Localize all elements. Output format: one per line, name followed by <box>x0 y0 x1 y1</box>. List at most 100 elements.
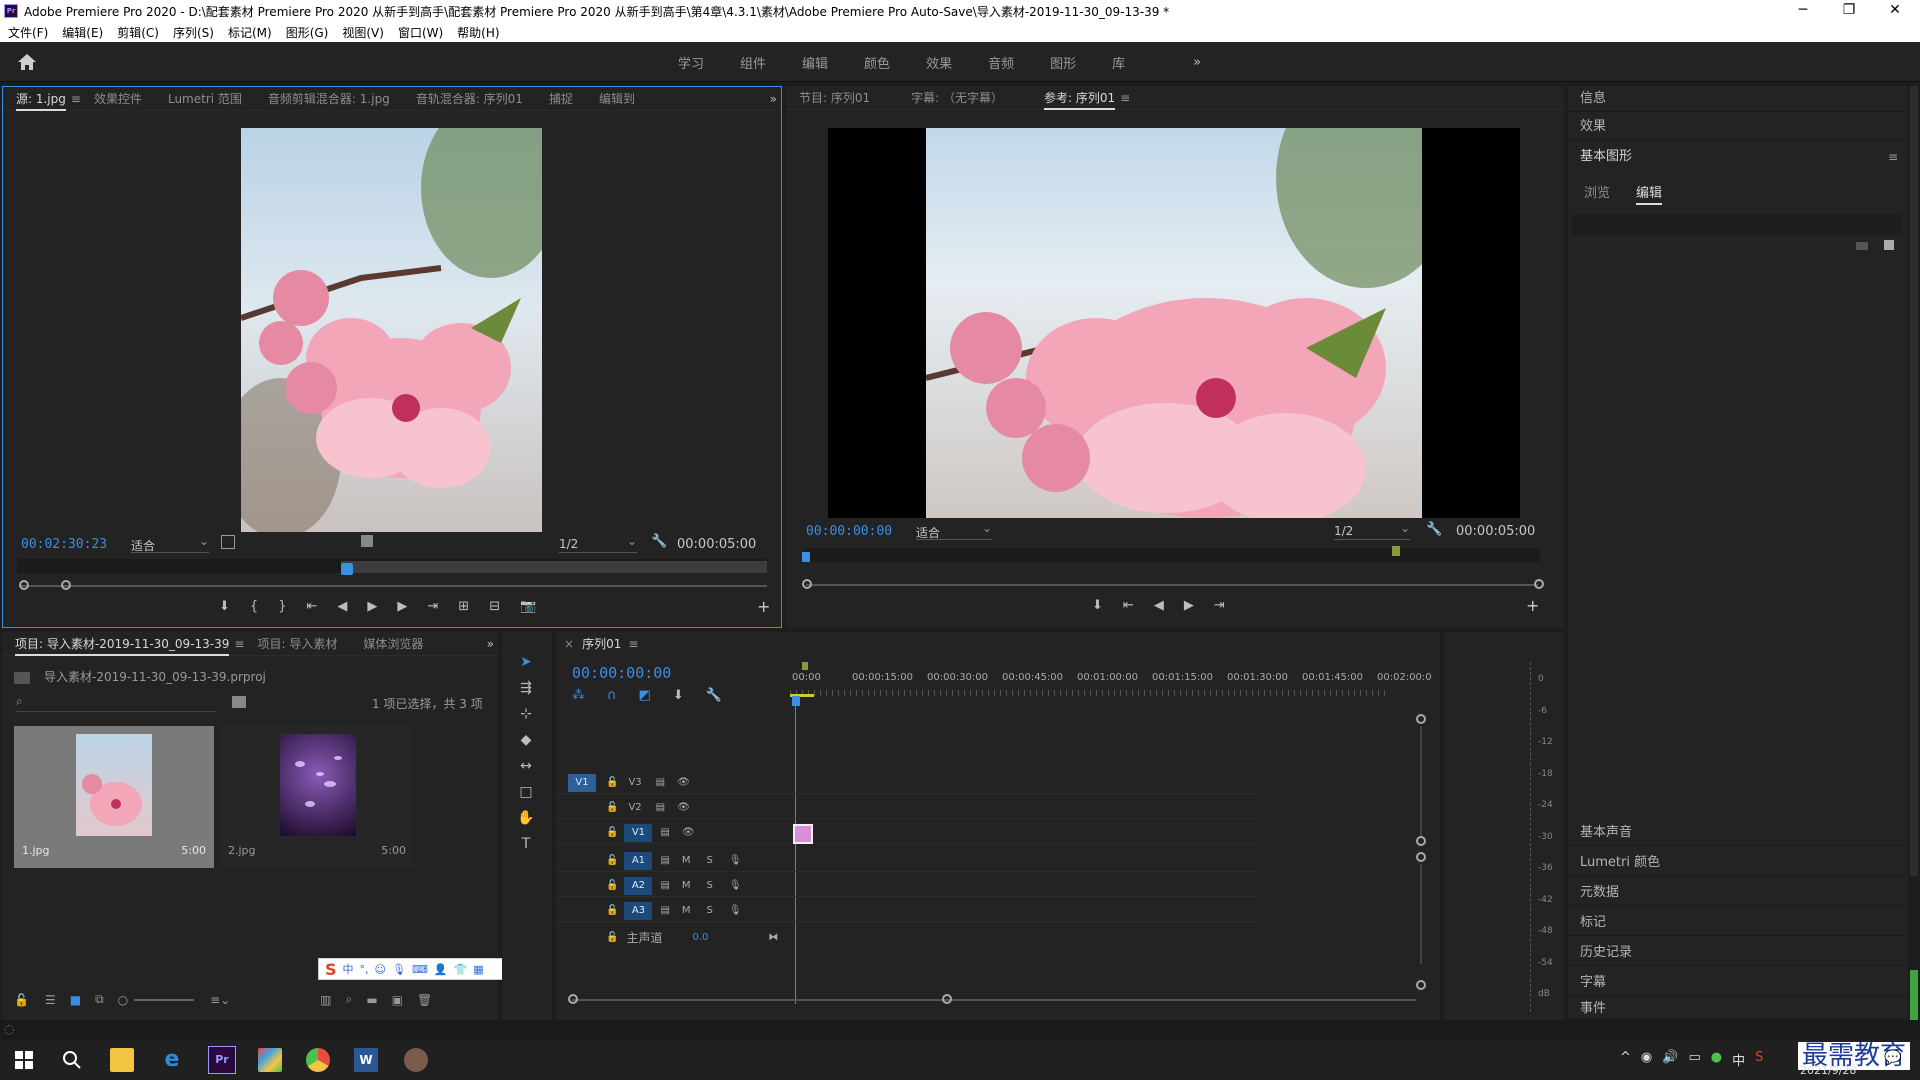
voiceover-mic-icon[interactable]: 🎙 <box>729 855 742 866</box>
workspace-editing[interactable]: 编辑 <box>802 53 828 72</box>
source-tabs-more-button[interactable]: » <box>770 92 777 106</box>
ime-skin-icon[interactable]: 👕 <box>454 963 468 976</box>
program-add-marker-icon[interactable]: ⬇ <box>1092 598 1103 613</box>
tab-source[interactable]: 源: 1.jpg <box>16 87 66 111</box>
program-resolution-dropdown[interactable]: 1/2 <box>1334 521 1410 540</box>
program-panel-menu-icon[interactable]: ≡ <box>1120 91 1130 105</box>
timeline-time-ruler[interactable]: 00:00 00:00:15:00 00:00:30:00 00:00:45:0… <box>790 662 1446 698</box>
timeline-zoom-scrollbar[interactable] <box>572 999 1416 1001</box>
timeline-vscroll-handle-mid[interactable] <box>1416 836 1426 846</box>
program-fit-dropdown[interactable]: 适合 <box>916 521 992 540</box>
ime-voice-icon[interactable]: 🎙 <box>392 963 406 976</box>
program-go-to-out-icon[interactable]: ⇥ <box>1214 598 1225 613</box>
menu-edit[interactable]: 编辑(E) <box>62 24 103 41</box>
timeline-zoom-handle-left[interactable] <box>568 994 578 1004</box>
new-item-icon[interactable] <box>1884 240 1894 250</box>
solo-button[interactable]: S <box>707 855 713 866</box>
essential-sound-tab[interactable]: 基本声音 <box>1568 820 1908 846</box>
mark-out-icon[interactable]: } <box>278 599 286 614</box>
export-frame-camera-icon[interactable]: 📷 <box>520 599 536 614</box>
sync-lock-icon[interactable]: ▤ <box>660 905 669 916</box>
source-zoom-scrollbar[interactable] <box>21 585 767 587</box>
workspace-learning[interactable]: 学习 <box>678 53 704 72</box>
ime-keyboard-icon[interactable]: ⌨ <box>412 963 428 976</box>
source-playhead[interactable] <box>341 563 353 575</box>
timeline-playhead-head[interactable] <box>792 696 800 706</box>
minimize-button[interactable]: ─ <box>1780 0 1826 22</box>
tab-effect-controls[interactable]: 效果控件 <box>94 87 142 111</box>
source-add-button-icon[interactable]: + <box>757 597 770 616</box>
track-a2-label[interactable]: A2 <box>624 876 653 895</box>
lumetri-color-tab[interactable]: Lumetri 颜色 <box>1568 850 1908 876</box>
new-layer-icon[interactable] <box>1856 242 1868 250</box>
network-icon[interactable]: ▭ <box>1688 1050 1700 1069</box>
track-v3-label[interactable]: V3 <box>628 777 641 788</box>
menu-markers[interactable]: 标记(M) <box>228 24 272 41</box>
track-eye-icon[interactable]: 👁 <box>682 827 695 838</box>
notification-icon[interactable]: 💬 <box>1884 1050 1901 1066</box>
timeline-playhead-timecode[interactable]: 00:00:00:00 <box>572 664 671 682</box>
track-lock-icon[interactable]: 🔓 <box>606 855 618 866</box>
tab-lumetri-scopes[interactable]: Lumetri 范围 <box>168 87 242 111</box>
thumbnail-zoom-slider[interactable] <box>134 998 195 1001</box>
go-to-in-icon[interactable]: ⇤ <box>306 599 317 614</box>
chrome-icon[interactable] <box>306 1048 330 1072</box>
workspace-graphics[interactable]: 图形 <box>1050 53 1076 72</box>
program-zoom-scrollbar[interactable] <box>806 584 1538 586</box>
ime-user-icon[interactable]: 👤 <box>434 963 448 976</box>
windows-start-icon[interactable] <box>12 1048 36 1072</box>
project-item-2[interactable]: 2.jpg 5:00 <box>220 726 414 868</box>
premiere-taskbar-icon[interactable]: Pr <box>208 1046 236 1074</box>
menu-window[interactable]: 窗口(W) <box>398 24 443 41</box>
voiceover-mic-icon[interactable]: 🎙 <box>729 905 742 916</box>
freeform-view-icon[interactable]: ⧉ <box>95 992 104 1007</box>
sogou-tray-icon[interactable]: S <box>1755 1050 1763 1069</box>
project-panel-menu-icon[interactable]: ≡ <box>234 637 244 651</box>
razor-tool-icon[interactable]: ◆ <box>516 730 536 750</box>
automate-to-sequence-icon[interactable]: ▥ <box>320 993 331 1007</box>
timeline-vscroll-handle-bottom[interactable] <box>1416 980 1426 990</box>
workspaces-more-button[interactable]: » <box>1193 55 1201 70</box>
menu-file[interactable]: 文件(F) <box>8 24 48 41</box>
insert-icon[interactable] <box>361 535 373 547</box>
volume-icon[interactable]: 🔊 <box>1662 1050 1678 1069</box>
source-settings-wrench-icon[interactable]: 🔧 <box>651 534 667 549</box>
program-step-back-icon[interactable]: ◀ <box>1154 598 1164 613</box>
restore-button[interactable]: ❐ <box>1826 0 1872 22</box>
workspace-audio[interactable]: 音频 <box>988 53 1014 72</box>
info-panel-tab[interactable]: 信息 <box>1568 86 1908 112</box>
timeline-settings-wrench-icon[interactable]: 🔧 <box>706 688 722 703</box>
markers-tab[interactable]: 标记 <box>1568 910 1908 936</box>
go-to-out-icon[interactable]: ⇥ <box>427 599 438 614</box>
right-panel-scrollbar[interactable] <box>1910 86 1918 876</box>
track-eye-icon[interactable]: 👁 <box>677 802 690 813</box>
menu-help[interactable]: 帮助(H) <box>457 24 499 41</box>
track-eye-icon[interactable]: 👁 <box>677 777 690 788</box>
voiceover-mic-icon[interactable]: 🎙 <box>729 880 742 891</box>
program-playhead[interactable] <box>802 552 810 562</box>
workspace-libraries[interactable]: 库 <box>1112 53 1125 72</box>
tray-green-icon[interactable]: ● <box>1711 1050 1722 1069</box>
sync-lock-icon[interactable]: ▤ <box>660 827 669 838</box>
ie-browser-icon[interactable]: e <box>160 1048 184 1072</box>
tab-edit-to[interactable]: 编辑到 <box>599 87 635 111</box>
program-add-button-icon[interactable]: + <box>1526 596 1539 615</box>
zoom-slider-handle[interactable]: ○ <box>118 993 128 1007</box>
timeline-menu-icon[interactable]: ≡ <box>628 637 638 651</box>
program-time-ruler[interactable] <box>804 548 1540 562</box>
tray-chevron-icon[interactable]: ^ <box>1620 1050 1631 1069</box>
file-explorer-icon[interactable] <box>110 1048 134 1072</box>
track-lock-icon[interactable]: 🔓 <box>606 880 618 891</box>
source-patch-v1[interactable]: V1 <box>568 773 596 792</box>
rectangle-tool-icon[interactable]: □ <box>516 782 536 802</box>
sync-lock-icon[interactable]: ▤ <box>656 802 665 813</box>
track-a3-label[interactable]: A3 <box>624 901 653 920</box>
timeline-vscroll-handle-top[interactable] <box>1416 714 1426 724</box>
track-select-tool-icon[interactable]: ⇶ <box>516 678 536 698</box>
essential-graphics-menu-icon[interactable]: ≡ <box>1888 150 1898 164</box>
tab-reference[interactable]: 参考: 序列01 <box>1044 86 1116 110</box>
track-lock-icon[interactable]: 🔓 <box>606 905 618 916</box>
workspace-assembly[interactable]: 组件 <box>740 53 766 72</box>
close-button[interactable]: ✕ <box>1872 0 1918 22</box>
menu-view[interactable]: 视图(V) <box>342 24 384 41</box>
